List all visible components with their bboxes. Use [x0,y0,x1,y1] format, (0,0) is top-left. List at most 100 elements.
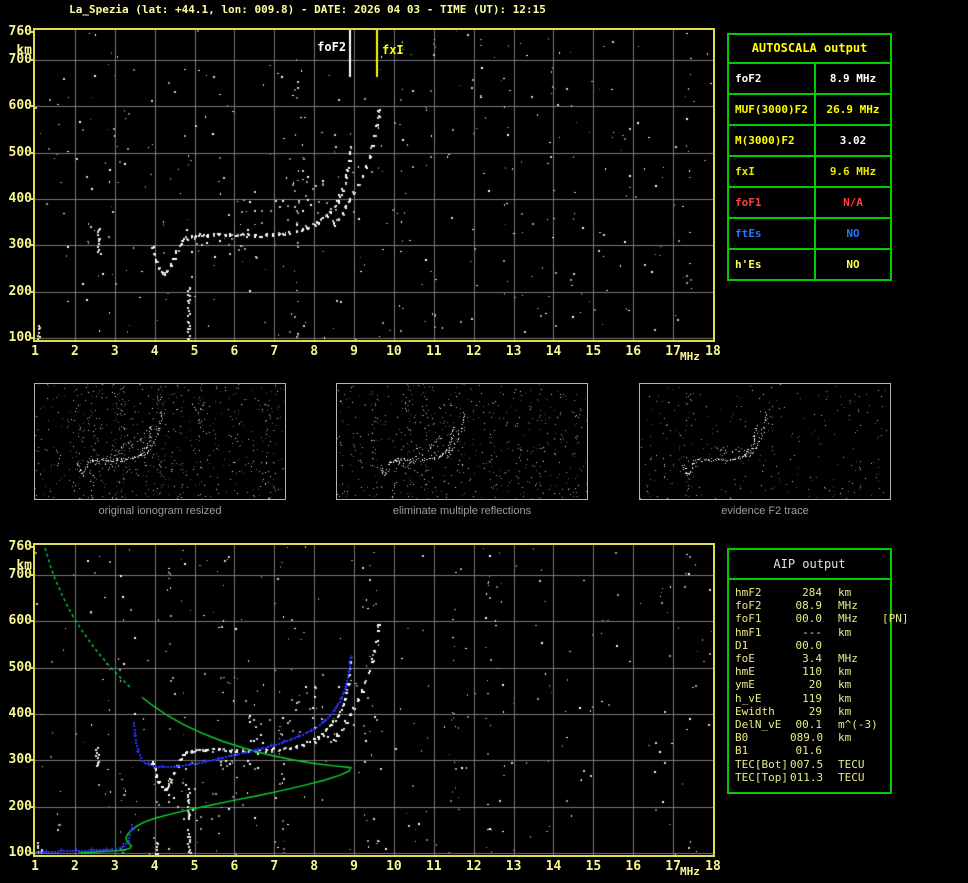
x-tick-label: 12 [465,344,482,359]
y-axis-tick [29,290,34,293]
aip-extra [874,771,890,784]
fxI-marker-label: fxI [381,43,404,57]
aip-extra: [PN] [882,612,909,626]
panel-eliminate-reflections [336,383,588,500]
caption-evidence-f2: evidence F2 trace [721,505,809,517]
aip-unit: TECU [838,757,865,771]
y-axis-tick [29,58,34,61]
x-tick-label: 2 [70,859,79,874]
autoscala-table: AUTOSCALA output foF2 8.9 MHz MUF(3000)F2 2… [727,33,892,281]
aip-extra [874,731,890,744]
aip-table-rows: hmF2 284 km foF2 08.9 MHz foF1 00.0 MHz [PN] hmF1 -… [729,580,909,792]
x-tick-label: 16 [625,344,642,359]
aip-unit [822,744,874,757]
aip-unit: m^(-3) [838,718,878,732]
aip-extra [874,639,890,652]
top-ionogram-canvas [35,30,713,340]
y-tick-label: 600 [8,98,32,114]
aip-unit: km [838,704,852,718]
aip-val: 089.0 [790,731,824,745]
autoscala-table-title: AUTOSCALA output [729,35,890,62]
x-tick-label: 13 [505,859,522,874]
autoscala-row-label: h'Es [729,250,814,279]
x-tick-label: 13 [505,344,522,359]
y-tick-label: 760 [8,539,32,554]
aip-val: 20 [808,678,822,692]
x-tick-label: 17 [665,859,681,874]
aip-unit: km [838,665,852,679]
autoscala-row-label: M(3000)F2 [729,126,814,155]
x-tick-label: 18 [705,344,721,359]
aip-unit: km [838,731,852,745]
aip-val: 3.4 [802,652,822,666]
aip-label: foF2 [735,599,762,613]
x-tick-label: 9 [350,859,358,874]
aip-unit [822,639,874,652]
x-tick-label: 8 [310,344,319,359]
y-tick-label: 500 [8,659,32,675]
panel-original-canvas [35,384,285,499]
aip-unit: km [838,625,852,639]
aip-unit: MHz [838,599,858,613]
autoscala-row-label: fxI [729,157,814,186]
aip-val: 007.5 [790,757,824,771]
y-axis-tick [29,151,34,154]
aip-label: ymE [735,678,755,692]
aip-label: D1 [735,638,749,652]
x-tick-label: 15 [585,859,602,874]
aip-unit: MHz [838,652,858,666]
y-tick-label: 400 [8,705,32,721]
x-tick-label: 3 [110,859,119,874]
aip-row: hmE 110 km [735,665,890,678]
aip-val: 011.3 [790,770,824,784]
y-axis-tick [29,197,34,200]
autoscala-row-value: NO [816,250,890,279]
aip-extra [874,744,890,757]
y-axis-tick [29,573,34,576]
aip-row: foF1 00.0 MHz [PN] [735,612,909,626]
top-ionogram-plot: foF2 fxI [33,28,715,342]
aip-unit: km [838,691,852,705]
y-tick-label: 100 [8,330,32,345]
x-tick-label: 11 [425,859,442,874]
y-tick-label: 200 [8,798,32,814]
y-axis-tick [29,244,34,247]
y-axis-tick [29,31,34,33]
y-tick-label: 100 [8,845,32,860]
aip-val: 119 [802,691,822,705]
aip-extra [874,678,890,691]
aip-label: foE [735,652,755,666]
aip-extra [874,758,890,771]
aip-unit: MHz [838,612,858,626]
x-tick-label: 17 [665,344,681,359]
y-tick-label: 700 [8,51,32,67]
x-tick-label: 16 [625,859,642,874]
aip-label: B1 [735,744,749,758]
caption-eliminate-reflections: eliminate multiple reflections [392,505,532,517]
y-axis-tick [29,852,34,854]
aip-val: --- [802,625,822,639]
aip-val: 00.0 [795,612,823,626]
y-tick-label: 600 [8,613,32,629]
aip-row: ymE 20 km [735,678,890,691]
aip-extra [874,665,890,678]
x-tick-label: 6 [230,859,239,874]
aip-unit: km [838,586,852,599]
autoscala-row-value: NO [816,219,890,248]
aip-label: DelN_vE [735,718,782,732]
x-tick-label: 7 [270,859,279,874]
x-tick-label: 8 [310,859,319,874]
aip-val: 110 [802,665,822,679]
y-tick-label: 760 [8,24,32,39]
aip-row: h_vE 119 km [735,692,890,705]
aip-label: Ewidth [735,704,775,718]
panel-evidence-canvas [640,384,890,499]
panel-eliminate-canvas [337,384,587,499]
aip-label: hmF2 [735,586,762,599]
x-tick-label: 6 [230,344,239,359]
x-tick-label: 15 [585,344,602,359]
panel-original-ionogram [34,383,286,500]
x-tick-label: 2 [70,344,79,359]
aip-extra [874,586,890,599]
autoscala-row-label: ftEs [729,219,814,248]
